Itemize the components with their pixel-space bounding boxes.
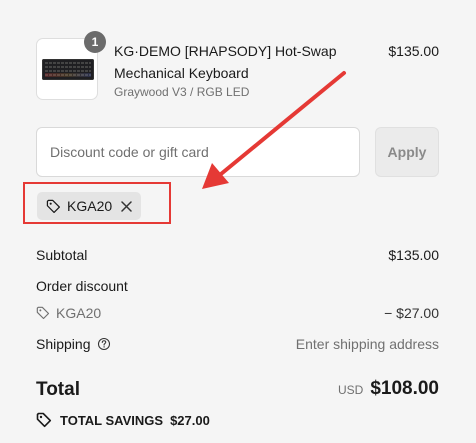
discount-code-input[interactable]	[36, 127, 360, 177]
tag-icon	[36, 306, 50, 320]
shipping-value: Enter shipping address	[295, 336, 439, 352]
subtotal-label: Subtotal	[36, 247, 88, 263]
close-icon	[120, 200, 132, 212]
shipping-label: Shipping	[36, 336, 91, 352]
keyboard-image	[42, 59, 94, 80]
total-amount: $108.00	[370, 378, 439, 399]
subtotal-value: $135.00	[388, 247, 439, 263]
question-circle-icon[interactable]	[97, 337, 111, 351]
apply-button[interactable]: Apply	[375, 127, 439, 177]
currency-code: USD	[337, 383, 364, 397]
total-value: USD $108.00	[338, 378, 439, 400]
applied-code-label: KGA20	[67, 198, 113, 214]
applied-discount-chip: KGA20	[37, 192, 141, 220]
discount-amount: − $27.00	[384, 305, 439, 321]
savings-amount: $27.00	[170, 412, 210, 428]
product-title: KG·DEMO [RHAPSODY] Hot-Swap Mechanical K…	[114, 43, 337, 81]
remove-discount-button[interactable]	[119, 199, 133, 213]
total-label: Total	[36, 379, 80, 400]
savings-label: TOTAL SAVINGS	[60, 412, 164, 428]
discount-code-line: KGA20	[36, 305, 101, 321]
shipping-label-group: Shipping	[36, 336, 111, 352]
tag-icon	[46, 199, 61, 213]
product-price: $135.00	[388, 43, 439, 59]
quantity-badge: 1	[84, 31, 106, 53]
order-discount-label: Order discount	[36, 278, 128, 294]
total-savings: TOTAL SAVINGS $27.00	[36, 412, 210, 428]
tag-icon	[36, 412, 52, 428]
discount-code-text: KGA20	[56, 305, 102, 321]
product-variant: Graywood V3 / RGB LED	[114, 85, 250, 99]
